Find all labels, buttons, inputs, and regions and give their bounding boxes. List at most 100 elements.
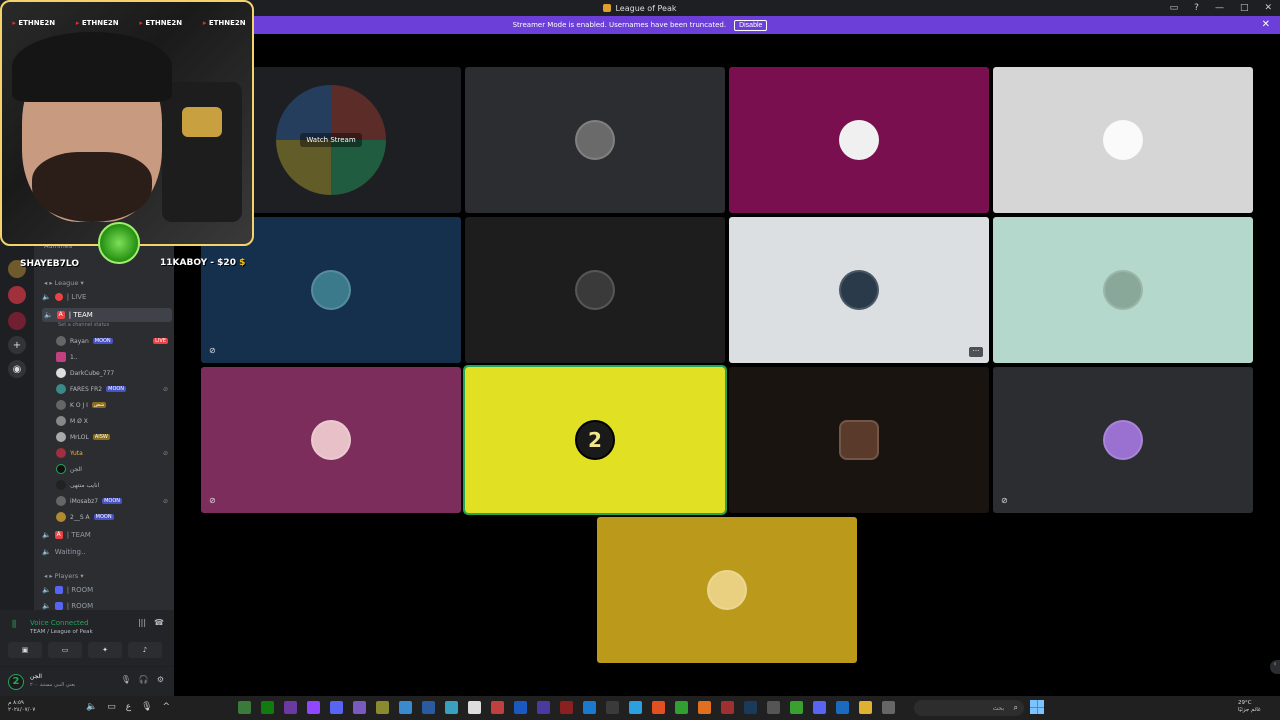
user-tag: AISW: [92, 434, 110, 440]
telegram-icon[interactable]: [629, 701, 642, 714]
maximize-button[interactable]: □: [1240, 3, 1249, 13]
weather-widget[interactable]: 29°C غائم جزئيًا: [1238, 700, 1261, 714]
voice-user[interactable]: 2__S A MOON: [56, 512, 168, 522]
discord-icon[interactable]: [813, 701, 826, 714]
headphones-icon[interactable]: 🎧: [139, 675, 149, 684]
inbox-icon[interactable]: ▭: [1170, 3, 1179, 13]
chrome-icon[interactable]: [675, 701, 688, 714]
minimize-button[interactable]: —: [1215, 3, 1224, 13]
app-icon[interactable]: [537, 701, 550, 714]
app-icon[interactable]: [445, 701, 458, 714]
channel-room-1[interactable]: 🔈 | ROOM: [42, 586, 93, 594]
avatar[interactable]: 2: [8, 674, 24, 690]
discord-icon[interactable]: [330, 701, 343, 714]
app-icon[interactable]: [560, 701, 573, 714]
voice-user[interactable]: 1..: [56, 352, 168, 362]
steam-icon[interactable]: [744, 701, 757, 714]
app-icon[interactable]: [399, 701, 412, 714]
app-icon[interactable]: [606, 701, 619, 714]
speaker-icon[interactable]: 🔈: [86, 702, 97, 712]
participant-tile[interactable]: ···: [729, 217, 989, 363]
chevron-left-icon[interactable]: ‹: [1270, 660, 1280, 674]
category-league[interactable]: ◂ ▸ League ▾: [44, 279, 84, 287]
close-button[interactable]: ✕: [1264, 3, 1272, 13]
app-icon[interactable]: [882, 701, 895, 714]
add-server-icon[interactable]: +: [8, 336, 26, 354]
app-icon[interactable]: [721, 701, 734, 714]
outlook-icon[interactable]: [836, 701, 849, 714]
server-icon[interactable]: [8, 286, 26, 304]
channel-team-2[interactable]: 🔈 A | TEAM: [42, 531, 91, 539]
help-icon[interactable]: ?: [1194, 3, 1199, 13]
disconnect-icon[interactable]: ☎: [154, 618, 164, 627]
app-icon[interactable]: [583, 701, 596, 714]
app-icon[interactable]: [514, 701, 527, 714]
participant-tile[interactable]: ⊘: [201, 367, 461, 513]
mic-icon[interactable]: 🎙: [141, 702, 152, 712]
voice-user[interactable]: K O J I شص: [56, 400, 168, 410]
voice-status[interactable]: Voice Connected: [30, 619, 89, 627]
category-players[interactable]: ◂ ▸ Players ▾: [44, 572, 84, 580]
disable-button[interactable]: Disable: [734, 19, 768, 31]
channel-room-2[interactable]: 🔈 | ROOM: [42, 602, 93, 610]
participant-tile[interactable]: [993, 217, 1253, 363]
server-icon[interactable]: [8, 312, 26, 330]
participant-tile[interactable]: [729, 67, 989, 213]
voice-user[interactable]: MrLOL AISW: [56, 432, 168, 442]
voice-user[interactable]: DarkCube_777: [56, 368, 168, 378]
app-icon[interactable]: [238, 701, 251, 714]
app-icon[interactable]: [284, 701, 297, 714]
close-icon[interactable]: ✕: [1262, 19, 1270, 30]
voice-user[interactable]: Yuta ⊘: [56, 448, 168, 458]
channel-team-active[interactable]: 🔈 A | TEAM: [42, 308, 172, 322]
app-icon[interactable]: [491, 701, 504, 714]
voice-channel[interactable]: TEAM / League of Peak: [30, 629, 93, 635]
brave-icon[interactable]: [652, 701, 665, 714]
chevron-up-icon[interactable]: ^: [163, 702, 171, 712]
participant-tile[interactable]: ⊘: [993, 367, 1253, 513]
channel-status[interactable]: Set a channel status: [58, 322, 109, 328]
participant-tile[interactable]: [465, 67, 725, 213]
app-icon[interactable]: [422, 701, 435, 714]
microphone-icon[interactable]: 🎙: [121, 675, 131, 684]
voice-user[interactable]: الجن: [56, 464, 168, 474]
language-icon[interactable]: ع: [126, 702, 131, 712]
soundboard-button[interactable]: ♪: [128, 642, 162, 658]
participant-tile[interactable]: [465, 217, 725, 363]
participant-tile[interactable]: [729, 367, 989, 513]
participant-tile[interactable]: [597, 517, 857, 663]
activities-button[interactable]: ✦: [88, 642, 122, 658]
voice-user[interactable]: FARES FR2 MOON ⊘: [56, 384, 168, 394]
xbox-icon[interactable]: [261, 701, 274, 714]
firefox-icon[interactable]: [698, 701, 711, 714]
gear-icon[interactable]: ⚙: [157, 675, 164, 684]
clock[interactable]: ٨:٥٩ م ٢٠٢٤/٠٧/٠٧: [8, 700, 35, 714]
app-icon[interactable]: [376, 701, 389, 714]
voice-user[interactable]: Rayan MOON LIVE: [56, 336, 168, 346]
channel-waiting[interactable]: 🔈 Waiting..: [42, 548, 85, 556]
more-icon[interactable]: ···: [969, 347, 983, 357]
channel-live[interactable]: 🔈 | LIVE: [42, 293, 86, 301]
channel-badge: A: [56, 311, 65, 319]
voice-user[interactable]: M Ø X: [56, 416, 168, 426]
noise-suppression-icon[interactable]: |||: [138, 618, 146, 627]
notepad-icon[interactable]: [468, 701, 481, 714]
participant-tile[interactable]: [993, 67, 1253, 213]
search-input[interactable]: بحث ⌕: [914, 700, 1024, 716]
voice-user[interactable]: iMosabz7 MOON ⊘: [56, 496, 168, 506]
voice-user[interactable]: انايب منتهى: [56, 480, 168, 490]
participant-tile-speaking[interactable]: 2: [463, 365, 727, 515]
minecraft-icon[interactable]: [790, 701, 803, 714]
camera-button[interactable]: ▣: [8, 642, 42, 658]
screen-share-button[interactable]: ▭: [48, 642, 82, 658]
banner-text: Streamer Mode is enabled. Usernames have…: [512, 21, 727, 29]
app-icon[interactable]: [767, 701, 780, 714]
app-icon[interactable]: [353, 701, 366, 714]
network-icon[interactable]: ▭: [107, 702, 116, 712]
folder-icon[interactable]: [859, 701, 872, 714]
watch-stream-button[interactable]: Watch Stream: [300, 133, 362, 147]
start-button[interactable]: [1030, 700, 1044, 714]
muted-icon: ⊘: [162, 385, 168, 393]
twitch-icon[interactable]: [307, 701, 320, 714]
discover-icon[interactable]: ◉: [8, 360, 26, 378]
